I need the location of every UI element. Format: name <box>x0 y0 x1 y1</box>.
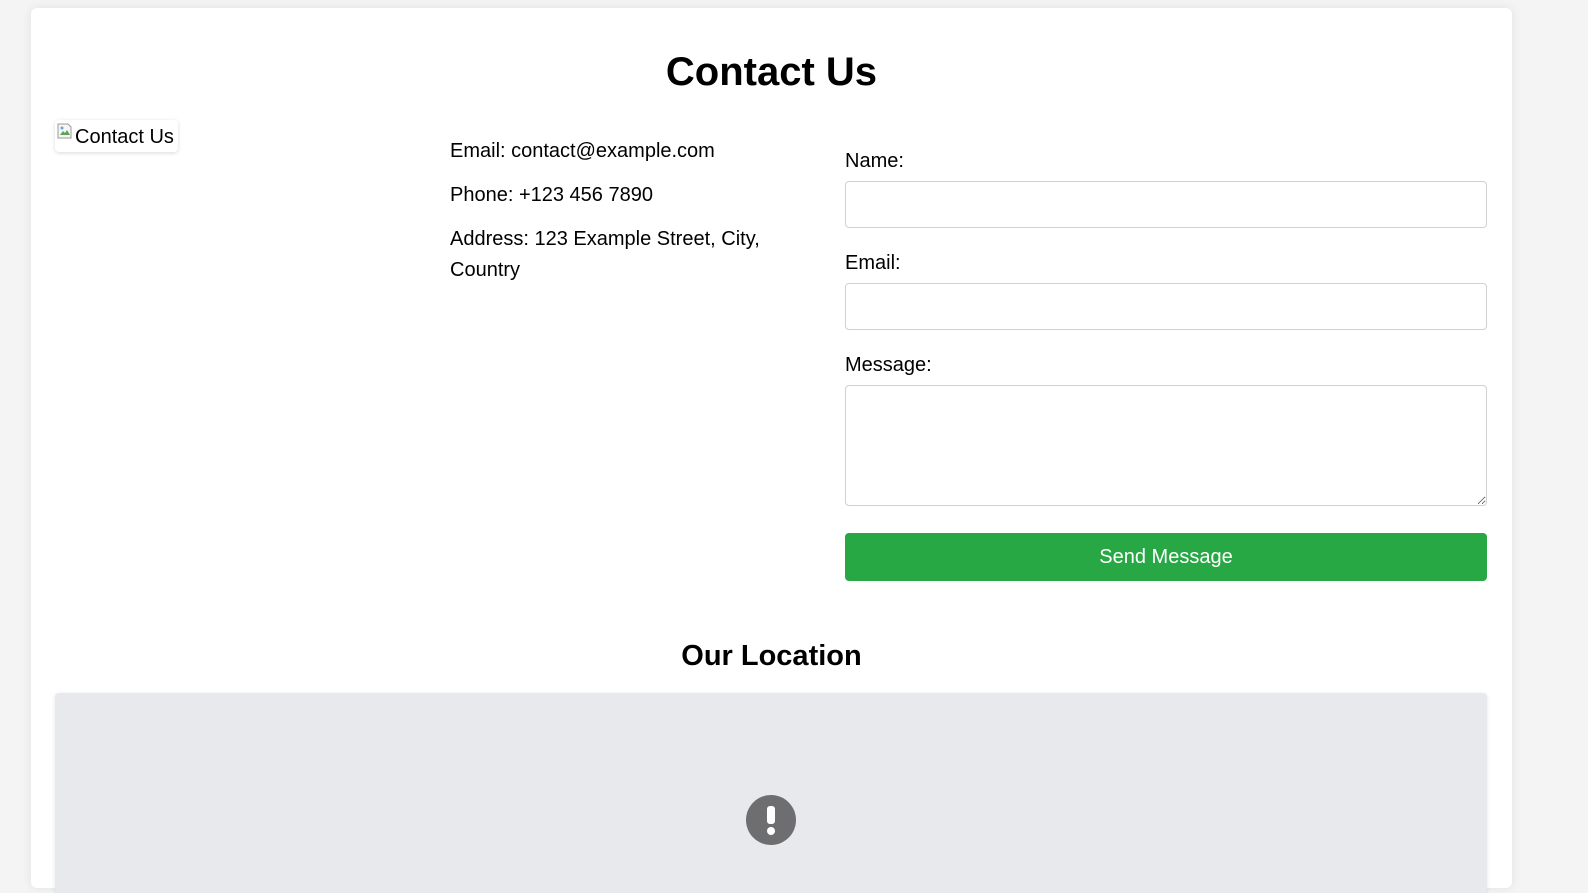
name-label: Name: <box>845 150 904 172</box>
contact-image: Contact Us <box>55 120 178 152</box>
contact-info: Email: contact@example.com Phone: +123 4… <box>450 136 790 299</box>
broken-image-icon <box>57 123 72 139</box>
contact-card: Contact Us Contact Us Email: contact@exa… <box>31 8 1512 893</box>
page-title: Contact Us <box>665 50 878 94</box>
send-message-button[interactable]: Send Message <box>845 533 1487 581</box>
email-input[interactable] <box>845 283 1487 330</box>
contact-form: Name: Email: Message: Send Message <box>845 148 1487 581</box>
email-label: Email: <box>845 252 901 274</box>
contact-address: Address: 123 Example Street, City, Count… <box>450 228 760 281</box>
contact-image-alt-text: Contact Us <box>75 126 174 148</box>
contact-phone: Phone: +123 456 7890 <box>450 184 653 206</box>
exclamation-icon <box>746 795 796 845</box>
location-title: Our Location <box>681 640 862 672</box>
message-textarea[interactable] <box>845 385 1487 506</box>
map-embed <box>55 693 1487 893</box>
message-label: Message: <box>845 354 932 376</box>
name-input[interactable] <box>845 181 1487 228</box>
contact-email: Email: contact@example.com <box>450 140 715 162</box>
